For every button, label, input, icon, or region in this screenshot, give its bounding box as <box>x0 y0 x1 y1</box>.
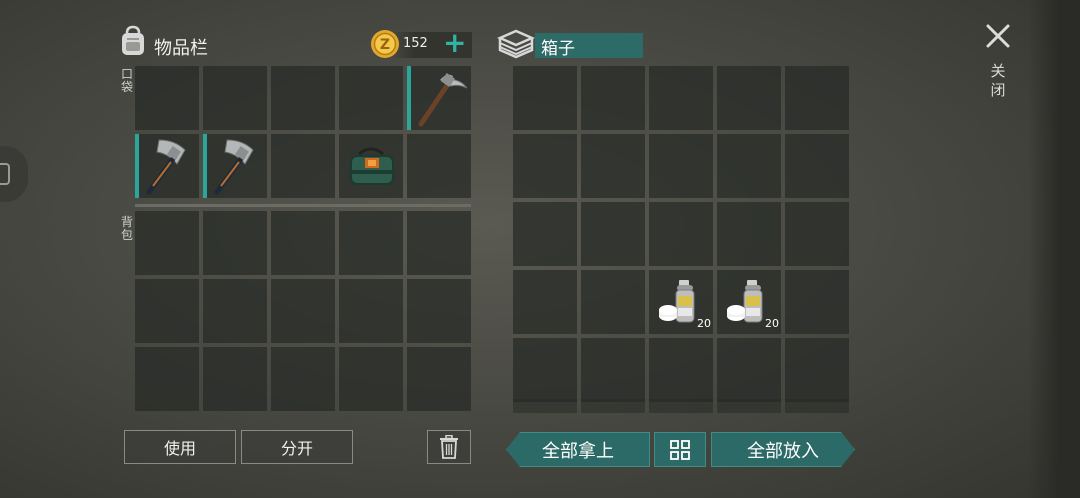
box-grid: 20 20 <box>513 66 849 402</box>
hatchet-icon <box>214 139 254 195</box>
pocket-slot[interactable] <box>135 66 199 130</box>
pocket-slot[interactable] <box>407 66 471 130</box>
backpack-slot[interactable] <box>339 211 403 275</box>
pickaxe-icon <box>418 73 468 127</box>
pocket-slot[interactable] <box>407 134 471 198</box>
box-slot[interactable] <box>581 338 645 402</box>
pocket-label: 口袋 <box>120 67 133 94</box>
pocket-grid <box>135 66 471 198</box>
sort-grid-button[interactable] <box>654 432 706 467</box>
screen-edge <box>1028 0 1080 498</box>
box-slot[interactable] <box>785 338 849 402</box>
box-name-field[interactable]: 箱子 <box>535 33 643 59</box>
box-slot[interactable] <box>513 202 577 266</box>
box-slot[interactable] <box>717 202 781 266</box>
backpack-slot[interactable] <box>271 279 335 343</box>
add-coins-button[interactable]: + <box>443 29 466 57</box>
box-slot[interactable] <box>785 66 849 130</box>
split-button[interactable]: 分开 <box>241 430 353 464</box>
backpack-slot[interactable] <box>271 211 335 275</box>
svg-text:Z: Z <box>380 37 390 53</box>
box-slot[interactable] <box>513 66 577 130</box>
box-slot[interactable] <box>717 66 781 130</box>
pocket-slot[interactable] <box>203 134 267 198</box>
box-slot[interactable] <box>649 202 713 266</box>
trash-button[interactable] <box>427 430 471 464</box>
box-grid-more-rows <box>513 398 849 413</box>
grid-icon <box>670 439 690 460</box>
backpack-slot[interactable] <box>135 347 199 411</box>
box-slot[interactable] <box>785 202 849 266</box>
inventory-title: 物品栏 <box>154 38 208 59</box>
item-quantity: 20 <box>697 317 711 330</box>
box-slot[interactable]: 20 <box>649 270 713 334</box>
trash-icon <box>440 435 458 459</box>
box-slot[interactable] <box>581 270 645 334</box>
box-slot[interactable] <box>717 134 781 198</box>
box-slot[interactable] <box>785 134 849 198</box>
box-icon <box>497 29 535 59</box>
item-quantity: 20 <box>765 317 779 330</box>
side-tab-icon <box>0 163 10 185</box>
pocket-slot[interactable] <box>339 66 403 130</box>
box-slot[interactable] <box>649 338 713 402</box>
backpack-slot[interactable] <box>407 279 471 343</box>
pocket-slot[interactable] <box>135 134 199 198</box>
backpack-slot[interactable] <box>135 279 199 343</box>
backpack-slot[interactable] <box>407 347 471 411</box>
section-divider <box>135 204 471 207</box>
box-slot[interactable] <box>513 134 577 198</box>
backpack-slot[interactable] <box>203 279 267 343</box>
put-all-button[interactable]: 全部放入 <box>711 432 855 467</box>
coin-icon: Z <box>371 30 399 58</box>
backpack-grid <box>135 211 471 411</box>
box-slot[interactable] <box>513 338 577 402</box>
box-slot[interactable] <box>581 66 645 130</box>
supply-bag-icon <box>350 147 394 185</box>
backpack-slot[interactable] <box>203 347 267 411</box>
close-icon[interactable] <box>982 20 1014 52</box>
box-slot[interactable] <box>649 134 713 198</box>
hatchet-icon <box>146 139 186 195</box>
backpack-slot[interactable] <box>339 279 403 343</box>
backpack-slot[interactable] <box>271 347 335 411</box>
box-slot[interactable] <box>581 134 645 198</box>
box-slot[interactable] <box>649 66 713 130</box>
backpack-slot[interactable] <box>339 347 403 411</box>
backpack-label: 背包 <box>120 215 133 242</box>
pocket-slot[interactable] <box>271 66 335 130</box>
box-slot[interactable] <box>717 338 781 402</box>
pocket-slot[interactable] <box>271 134 335 198</box>
take-all-button[interactable]: 全部拿上 <box>506 432 650 467</box>
backpack-slot[interactable] <box>203 211 267 275</box>
coin-count: 152 <box>403 36 428 51</box>
pocket-slot[interactable] <box>339 134 403 198</box>
box-slot[interactable] <box>513 270 577 334</box>
use-button[interactable]: 使用 <box>124 430 236 464</box>
backpack-slot[interactable] <box>407 211 471 275</box>
backpack-slot[interactable] <box>135 211 199 275</box>
pocket-slot[interactable] <box>203 66 267 130</box>
box-slot[interactable] <box>581 202 645 266</box>
box-slot[interactable]: 20 <box>717 270 781 334</box>
box-slot[interactable] <box>785 270 849 334</box>
backpack-icon <box>122 25 144 55</box>
close-label[interactable]: 关闭 <box>988 62 1008 100</box>
